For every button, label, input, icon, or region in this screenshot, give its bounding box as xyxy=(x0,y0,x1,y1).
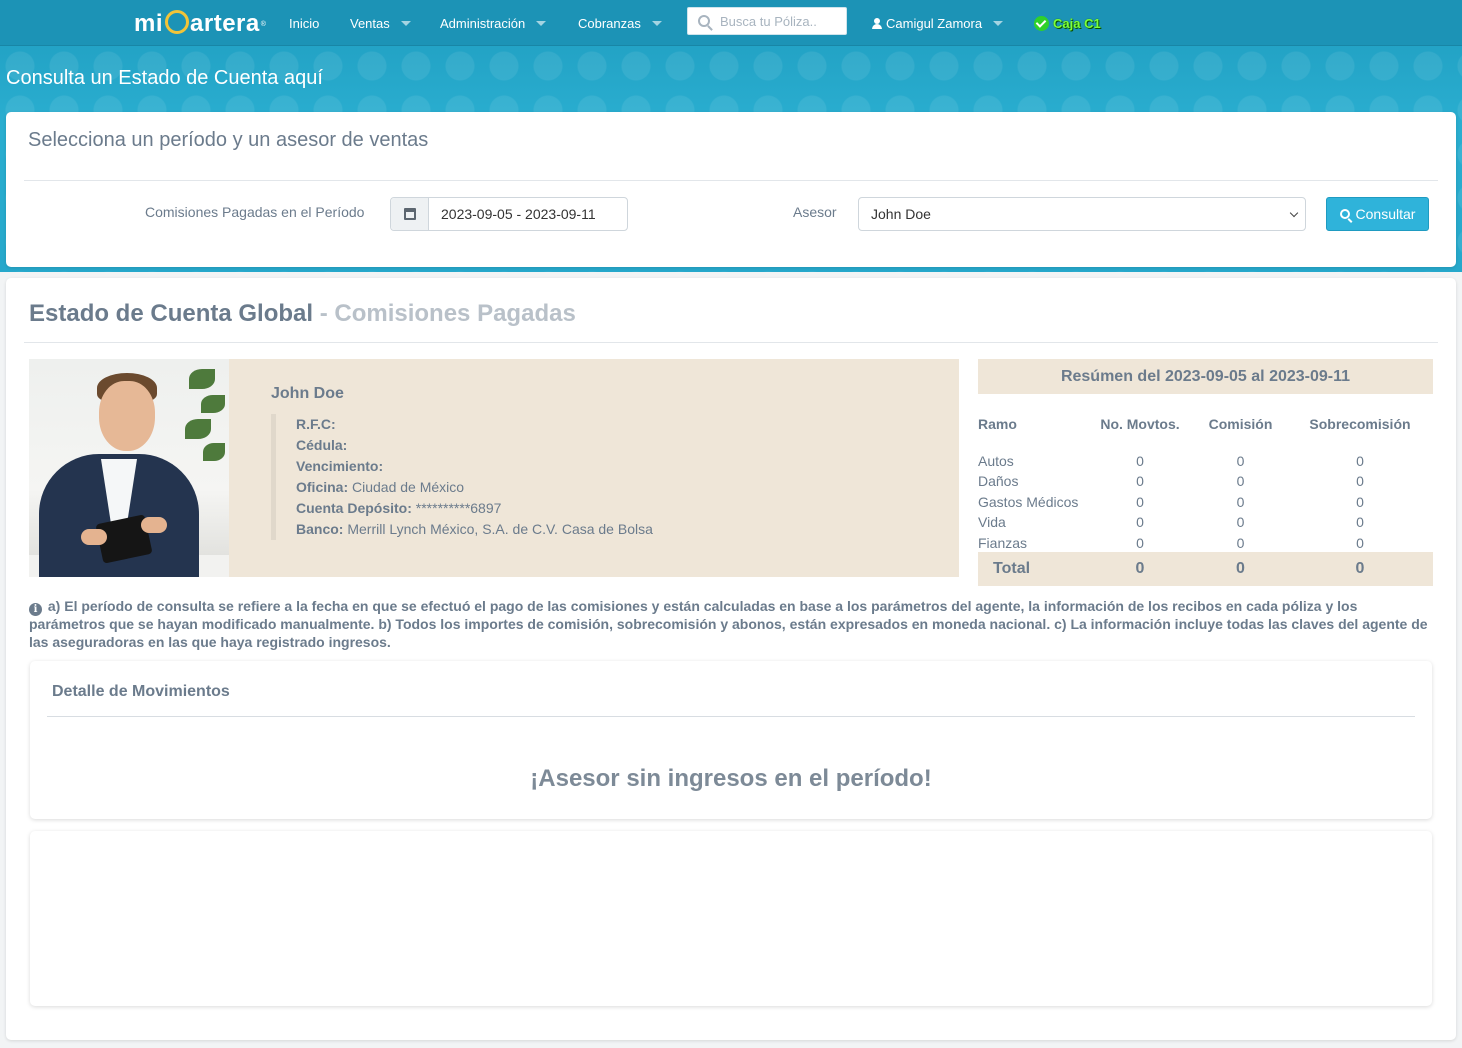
logo-trademark: ® xyxy=(260,20,267,28)
info-icon: i xyxy=(29,603,42,616)
check-circle-icon xyxy=(1034,16,1049,31)
divider xyxy=(47,716,1415,717)
statement-title-main: Estado de Cuenta Global xyxy=(29,300,314,327)
nav-item-inicio[interactable]: Inicio xyxy=(289,16,319,31)
divider xyxy=(24,342,1438,343)
caja-label: Caja C1 xyxy=(1053,16,1101,31)
empty-state-message: ¡Asesor sin ingresos en el período! xyxy=(530,765,932,792)
nav-item-cobranzas[interactable]: Cobranzas xyxy=(578,16,662,31)
caret-down-icon xyxy=(400,21,411,26)
calendar-button[interactable] xyxy=(391,198,429,230)
asesor-select[interactable]: John Doe xyxy=(858,197,1306,231)
agent-profile-panel: John Doe R.F.C: Cédula: Vencimiento: Ofi… xyxy=(29,359,959,577)
column-header: Comisión xyxy=(1208,416,1273,433)
logo-suffix: artera xyxy=(190,10,260,37)
top-navbar: mi artera ® Inicio Ventas Administración… xyxy=(0,0,1462,46)
summary-row: Daños 0 0 0 xyxy=(978,473,1364,490)
agent-photo xyxy=(29,359,229,577)
page-title: Consulta un Estado de Cuenta aquí xyxy=(6,67,323,89)
agent-details: R.F.C: Cédula: Vencimiento: Oficina: Ciu… xyxy=(271,414,653,540)
caret-down-icon xyxy=(651,21,662,26)
total-movtos: 0 xyxy=(1135,560,1145,577)
user-icon xyxy=(872,18,882,29)
column-header: Ramo xyxy=(978,416,1017,433)
blank-panel xyxy=(30,831,1432,1006)
total-sobrecomision: 0 xyxy=(1355,560,1365,577)
app-logo[interactable]: mi artera ® xyxy=(134,8,266,40)
summary-table: Ramo No. Movtos. Comisión Sobrecomisión … xyxy=(978,414,1433,553)
person-head xyxy=(99,381,155,451)
logo-c-icon xyxy=(165,10,190,34)
total-label: Total xyxy=(993,560,1031,577)
nav-item-label: Cobranzas xyxy=(578,16,641,31)
oficina-row: Oficina: Ciudad de México xyxy=(296,479,465,495)
column-header: Sobrecomisión xyxy=(1309,416,1411,433)
movements-heading: Detalle de Movimientos xyxy=(52,683,230,700)
search-icon xyxy=(1339,209,1350,219)
person-hand xyxy=(81,529,107,545)
plant-decoration xyxy=(179,359,229,479)
statement-subtitle: - Comisiones Pagadas xyxy=(313,300,576,327)
movements-detail-card: Detalle de Movimientos ¡Asesor sin ingre… xyxy=(30,661,1432,819)
column-header: No. Movtos. xyxy=(1100,416,1180,433)
logo-prefix: mi xyxy=(134,10,164,37)
date-range-picker[interactable]: 2023-09-05 - 2023-09-11 xyxy=(390,197,628,231)
nav-item-administracion[interactable]: Administración xyxy=(440,16,547,31)
asesor-selected-value: John Doe xyxy=(871,206,931,222)
cuenta-row: Cuenta Depósito: **********6897 xyxy=(296,500,502,516)
calendar-icon xyxy=(403,208,416,220)
divider xyxy=(24,180,1438,181)
caret-down-icon xyxy=(536,21,547,26)
nav-item-label: Ventas xyxy=(350,16,390,31)
cedula-row: Cédula: xyxy=(296,437,348,453)
user-menu[interactable]: Camigul Zamora xyxy=(872,16,1004,31)
summary-row: Fianzas 0 0 0 xyxy=(978,534,1364,551)
summary-row: Autos 0 0 0 xyxy=(978,452,1364,469)
summary-row: Vida 0 0 0 xyxy=(978,514,1364,531)
summary-heading: Resúmen del 2023-09-05 al 2023-09-11 xyxy=(978,359,1433,394)
nav-item-label: Administración xyxy=(440,16,526,31)
consultar-label: Consultar xyxy=(1355,206,1416,222)
person-hand xyxy=(141,517,167,533)
summary-header-row: Ramo No. Movtos. Comisión Sobrecomisión xyxy=(978,414,1433,435)
date-range-input[interactable]: 2023-09-05 - 2023-09-11 xyxy=(429,198,627,230)
consultar-button[interactable]: Consultar xyxy=(1326,197,1429,231)
caja-status[interactable]: Caja C1 xyxy=(1034,16,1101,31)
statement-title: Estado de Cuenta Global - Comisiones Pag… xyxy=(29,300,576,328)
asesor-label: Asesor xyxy=(793,204,837,220)
agent-name: John Doe xyxy=(271,385,344,402)
nav-item-ventas[interactable]: Ventas xyxy=(350,16,411,31)
user-name: Camigul Zamora xyxy=(886,16,983,31)
vencimiento-row: Vencimiento: xyxy=(296,458,384,474)
search-placeholder: Busca tu Póliza.. xyxy=(720,13,817,29)
chevron-down-icon xyxy=(1289,208,1299,218)
summary-row: Gastos Médicos 0 0 0 xyxy=(978,493,1364,510)
filter-heading: Selecciona un período y un asesor de ven… xyxy=(28,129,429,151)
search-icon xyxy=(698,15,710,27)
period-label: Comisiones Pagadas en el Período xyxy=(145,204,365,220)
rfc-row: R.F.C: xyxy=(296,416,336,432)
caret-down-icon xyxy=(993,21,1004,26)
nav-item-label: Inicio xyxy=(289,16,320,31)
info-note-text: a) El período de consulta se refiere a l… xyxy=(29,598,1428,650)
statement-card: Estado de Cuenta Global - Comisiones Pag… xyxy=(6,278,1456,1040)
banco-row: Banco: Merrill Lynch México, S.A. de C.V… xyxy=(296,521,653,537)
total-comision: 0 xyxy=(1236,560,1245,577)
filter-card: Selecciona un período y un asesor de ven… xyxy=(6,112,1456,267)
policy-search-input[interactable]: Busca tu Póliza.. xyxy=(687,7,847,35)
info-note: i a) El período de consulta se refiere a… xyxy=(29,598,1429,651)
summary-total-row: Total 0 0 0 xyxy=(978,552,1433,586)
